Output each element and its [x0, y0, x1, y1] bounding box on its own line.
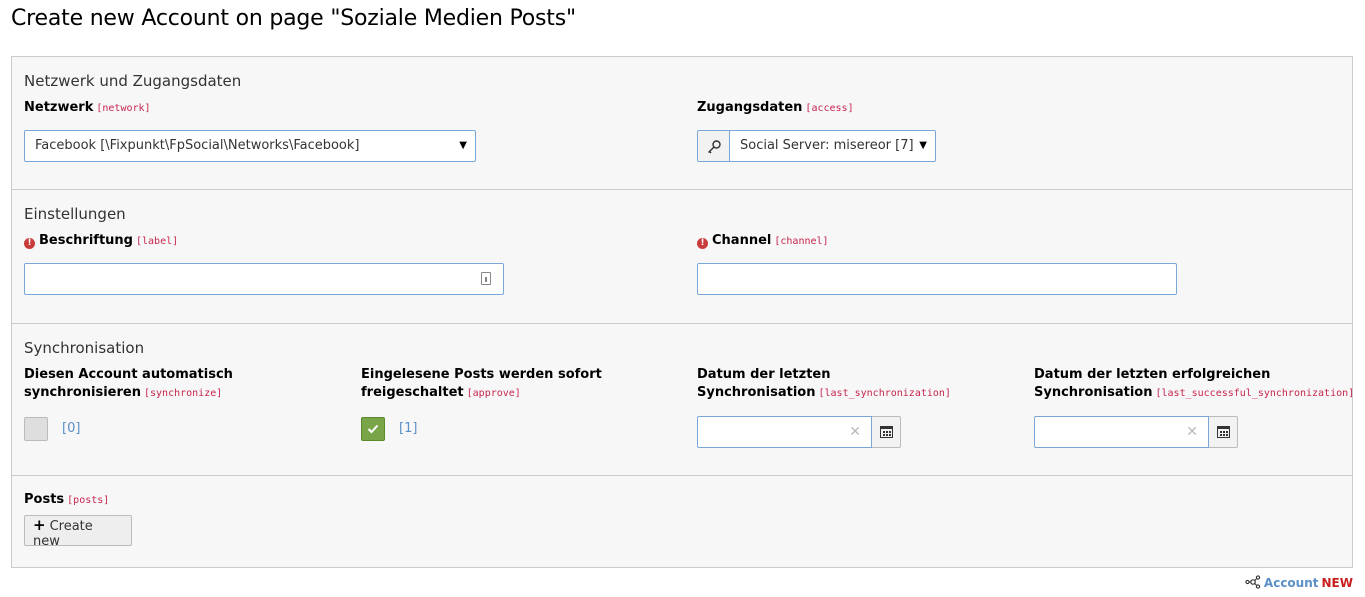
create-new-button[interactable]: + Create new [24, 515, 132, 549]
synchronize-value: [0] [62, 421, 81, 436]
last-success-label-line1: Datum der letzten erfolgreichen [1034, 367, 1271, 382]
approve-label: Eingelesene Posts werden sofort freigesc… [361, 366, 602, 403]
section-legend-settings: Einstellungen [24, 205, 126, 223]
record-info: Account NEW [1245, 575, 1353, 590]
access-select[interactable]: Social Server: misereor [7] ▼ [729, 130, 936, 162]
page-title: Create new Account on page "Soziale Medi… [11, 6, 576, 31]
label-field-name: [label] [135, 236, 179, 247]
last-sync-label-line2: Synchronisation [697, 385, 816, 400]
approve-value: [1] [399, 421, 418, 436]
last-sync-field-name: [last_synchronization] [818, 388, 951, 399]
synchronize-field-name: [synchronize] [143, 388, 223, 399]
last-success-calendar-button[interactable] [1209, 416, 1238, 448]
last-sync-calendar-button[interactable] [872, 416, 901, 448]
calendar-icon [879, 425, 893, 438]
last-sync-label: Datum der letzten Synchronisation [last_s… [697, 366, 951, 403]
last-success-input[interactable]: ✕ [1034, 416, 1209, 448]
key-icon [697, 130, 730, 162]
exclamation-icon: ! [24, 238, 35, 249]
synchronize-label-line2: synchronisieren [24, 385, 141, 400]
network-label: Netzwerk [network] [24, 99, 151, 118]
access-label: Zugangsdaten [access] [697, 99, 854, 118]
network-field-name: [network] [96, 103, 151, 114]
record-status: NEW [1321, 576, 1353, 590]
clear-icon[interactable]: ✕ [849, 417, 861, 447]
access-field-name: [access] [805, 103, 854, 114]
label-label-text: Beschriftung [39, 233, 133, 248]
contact-card-icon[interactable] [481, 272, 491, 285]
chevron-down-icon: ▼ [459, 140, 467, 151]
posts-field-name: [posts] [67, 495, 110, 506]
exclamation-icon: ! [697, 238, 708, 249]
last-success-field-name: [last_successful_synchronization] [1155, 388, 1355, 399]
channel-label: ! Channel [channel] [697, 232, 829, 251]
synchronize-checkbox[interactable] [24, 417, 48, 441]
section-legend-sync: Synchronisation [24, 339, 145, 357]
section-sync: Synchronisation Diesen Account automatis… [12, 324, 1354, 476]
posts-label-text: Posts [24, 492, 65, 507]
last-success-label: Datum der letzten erfolgreichen Synchron… [1034, 366, 1354, 403]
section-network: Netzwerk und Zugangsdaten Netzwerk [netwo… [12, 57, 1352, 190]
checkmark-icon [367, 424, 379, 434]
last-success-label-line2: Synchronisation [1034, 385, 1153, 400]
approve-label-line1: Eingelesene Posts werden sofort [361, 367, 602, 382]
synchronize-label-line1: Diesen Account automatisch [24, 367, 233, 382]
plus-icon: + [33, 516, 46, 534]
section-settings: Einstellungen ! Beschriftung [label] ! Chan… [12, 190, 1352, 324]
label-label: ! Beschriftung [label] [24, 232, 178, 251]
approve-label-line2: freigeschaltet [361, 385, 464, 400]
network-select[interactable]: Facebook [\Fixpunkt\FpSocial\Networks\Fa… [24, 130, 476, 162]
chevron-down-icon: ▼ [919, 140, 927, 151]
record-type[interactable]: Account [1264, 576, 1319, 590]
approve-checkbox[interactable] [361, 417, 385, 441]
form-panel: Netzwerk und Zugangsdaten Netzwerk [netwo… [11, 56, 1354, 568]
calendar-icon [1216, 425, 1230, 438]
section-posts: Posts [posts] + Create new [12, 476, 1352, 568]
synchronize-label: Diesen Account automatisch synchronisier… [24, 366, 233, 403]
channel-input[interactable] [697, 263, 1177, 295]
record-icon [1245, 575, 1261, 589]
label-input[interactable] [24, 263, 504, 295]
network-select-value: Facebook [\Fixpunkt\FpSocial\Networks\Fa… [35, 138, 360, 153]
channel-label-text: Channel [712, 233, 772, 248]
section-legend-network: Netzwerk und Zugangsdaten [24, 72, 242, 90]
access-select-value: Social Server: misereor [7] [740, 138, 914, 153]
clear-icon[interactable]: ✕ [1186, 417, 1198, 447]
last-sync-label-line1: Datum der letzten [697, 367, 831, 382]
posts-label: Posts [posts] [24, 491, 109, 510]
approve-field-name: [approve] [466, 388, 521, 399]
access-label-text: Zugangsdaten [697, 100, 803, 115]
last-sync-input[interactable]: ✕ [697, 416, 872, 448]
network-label-text: Netzwerk [24, 100, 94, 115]
channel-field-name: [channel] [774, 236, 829, 247]
